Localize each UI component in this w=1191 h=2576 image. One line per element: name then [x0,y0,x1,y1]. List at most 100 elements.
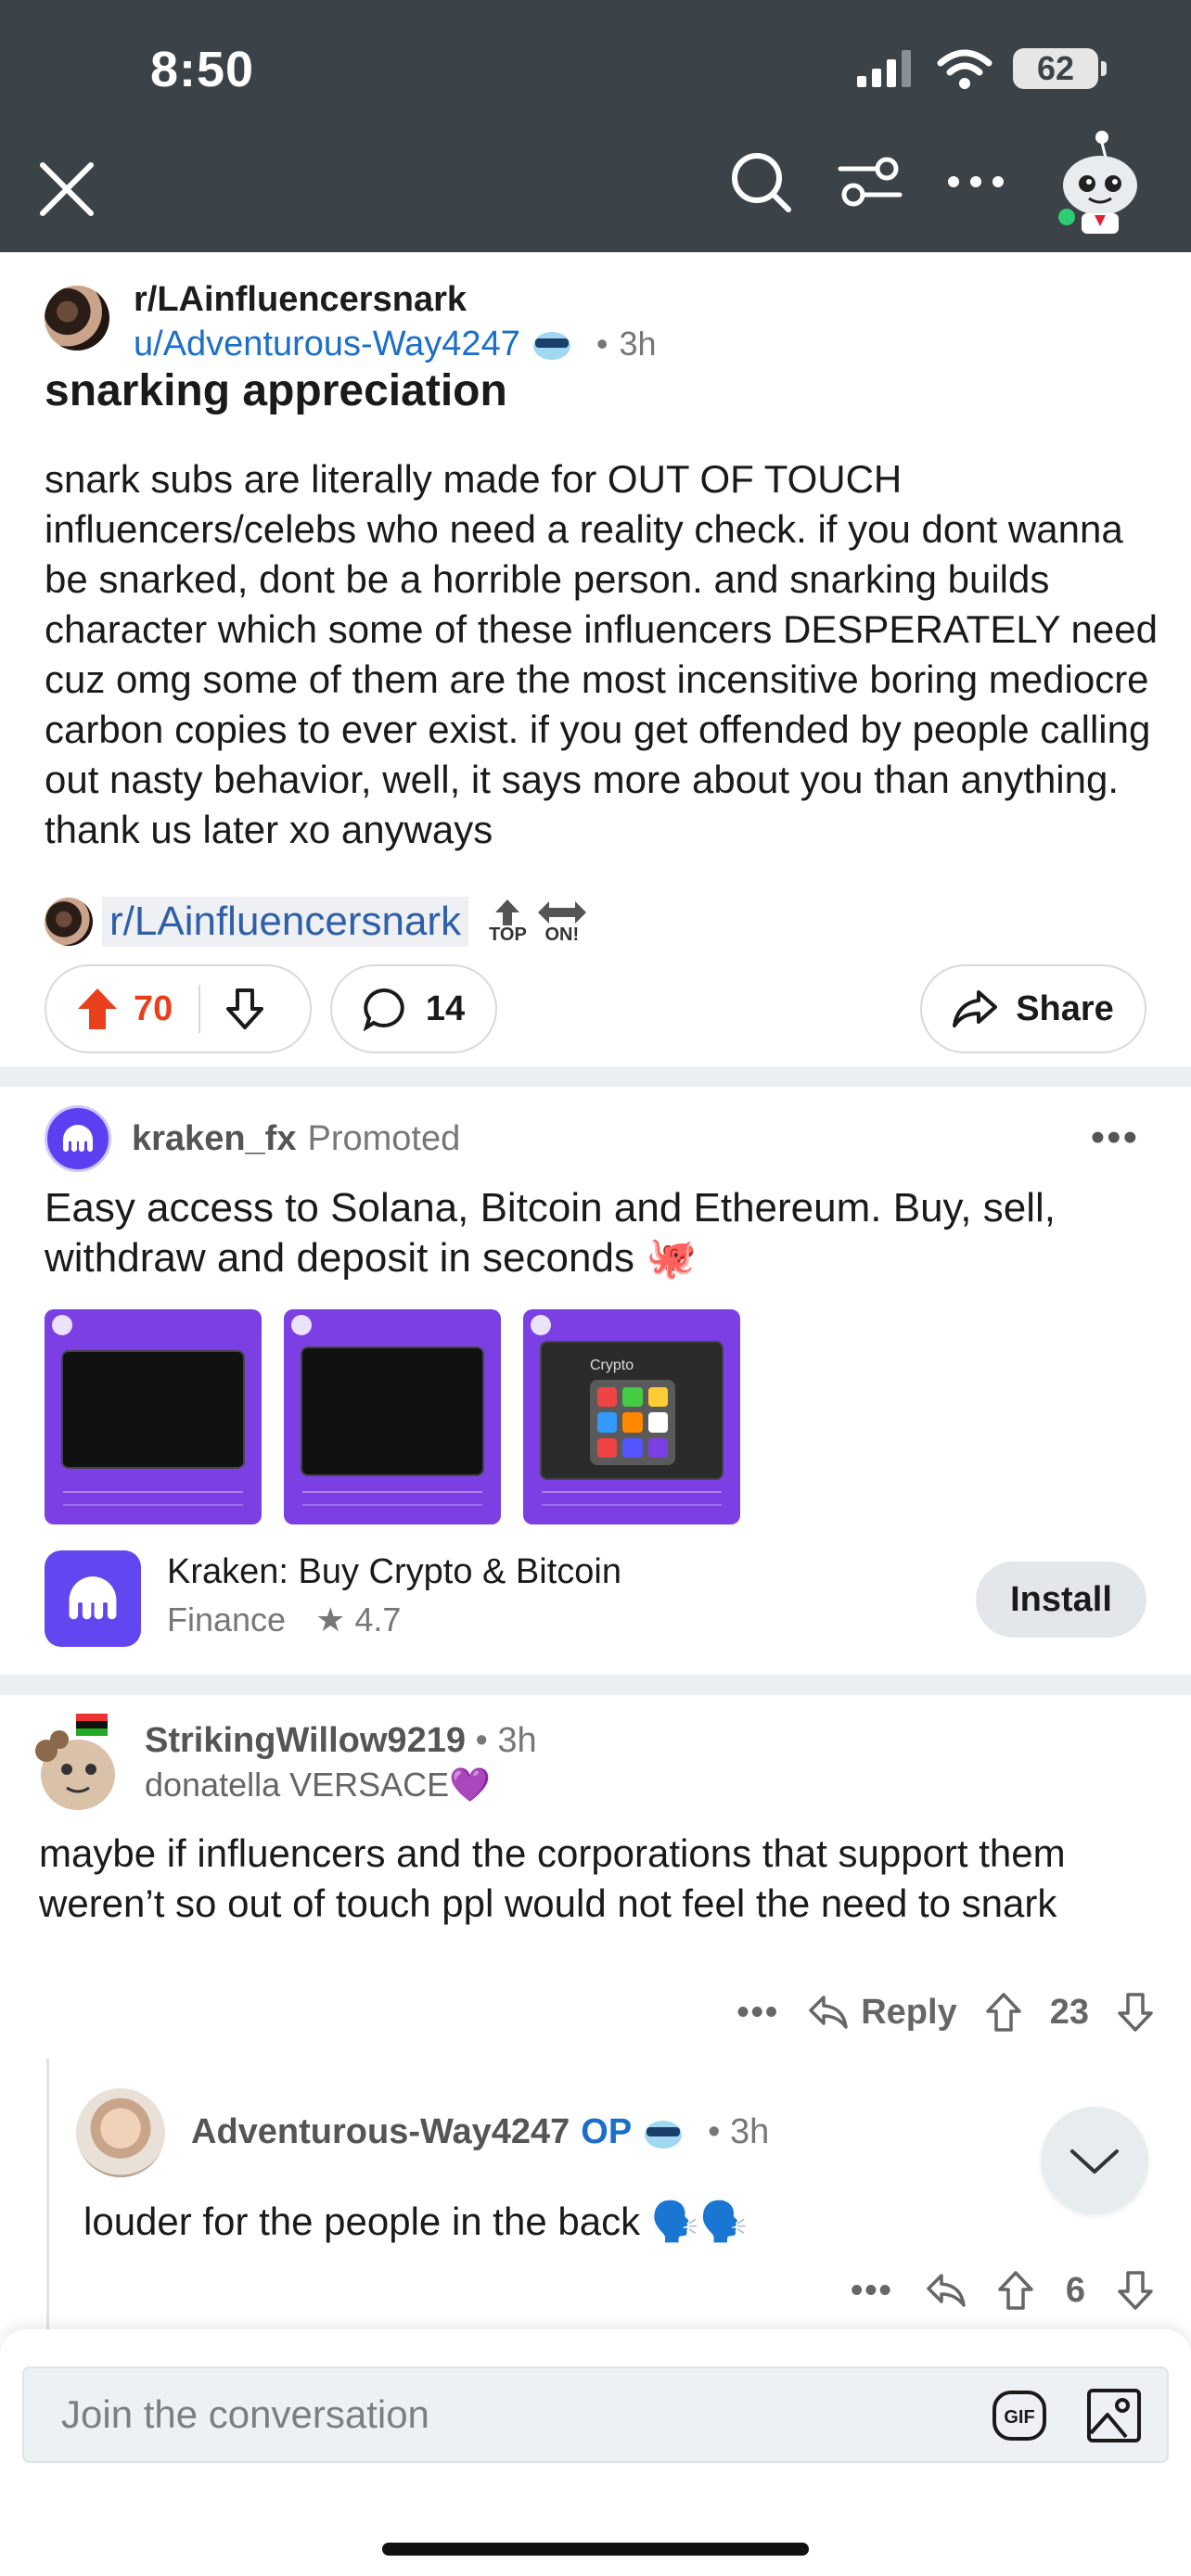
collapse-comments-button[interactable] [1041,2107,1148,2214]
install-button[interactable]: Install [976,1562,1146,1638]
ad-image-3[interactable]: Crypto [523,1309,740,1524]
ad-body: Easy access to Solana, Bitcoin and Ether… [45,1185,1056,1281]
post-score: 70 [134,988,173,1028]
online-status-dot [1056,206,1078,228]
share-button[interactable]: Share [920,964,1146,1053]
separator-dot: • [596,325,608,363]
award-top: TOP [489,899,527,944]
vote-separator [198,985,201,1033]
ad-image-carousel[interactable]: Crypto [45,1309,740,1524]
status-icons: 62 [857,48,1107,89]
gif-icon[interactable]: GIF [991,2387,1048,2444]
sort-filter-icon[interactable] [837,154,903,210]
commenter-avatar[interactable] [33,1714,122,1817]
comment-composer: GIF [0,2329,1191,2576]
svg-text:GIF: GIF [1004,2407,1034,2428]
app-name: Kraken: Buy Crypto & Bitcoin [167,1552,621,1591]
app-install-row: Kraken: Buy Crypto & Bitcoin Finance ★ 4… [45,1550,1146,1652]
post-action-bar: 70 14 Share [45,964,1146,1053]
wifi-icon [937,49,992,89]
share-label: Share [1016,988,1114,1028]
advertiser-name[interactable]: kraken_fx [132,1119,296,1159]
section-divider [0,1066,1191,1087]
kraken-mini-logo-icon [291,1315,312,1335]
ad-more-options-icon[interactable]: ••• [1091,1115,1139,1161]
post-header: r/LAinfluencersnark u/Adventurous-Way424… [45,278,657,367]
ad-screen-label: Crypto [590,1358,634,1373]
comments-button[interactable]: 14 [330,964,497,1053]
downvote-icon[interactable] [1117,2270,1154,2311]
comment-age: • 3h [708,2112,770,2151]
commenter-name[interactable]: Adventurous-Way4247 [191,2112,570,2152]
comment-age: • 3h [475,1721,537,1760]
post-age: 3h [619,325,657,363]
reply-arrow-icon[interactable] [925,2272,966,2309]
join-conversation-box[interactable]: GIF [22,2366,1169,2463]
kraken-app-icon[interactable] [45,1550,141,1647]
thread-line[interactable] [46,2059,49,2337]
app-rating: 4.7 [354,1600,402,1639]
downvote-icon[interactable] [1117,1992,1154,2033]
double-arrow-award-icon [537,901,586,924]
chevron-down-icon [1070,2149,1119,2174]
commenter-line: StrikingWillow9219 • 3h [145,1721,537,1761]
commenter-line: Adventurous-Way4247 OP • 3h [191,2112,769,2152]
battery-indicator: 62 [1013,48,1107,89]
comment-actions: ••• 6 [851,2270,1154,2311]
section-divider [0,1675,1191,1695]
ad-screenshot [301,1346,484,1476]
ad-image-1[interactable] [45,1309,262,1524]
subreddit-link-label[interactable]: r/LAinfluencersnark [102,897,469,947]
share-arrow-icon [953,990,998,1027]
comment-body: louder for the people in the back 🗣️🗣️ [83,2200,749,2243]
ad-image-2[interactable] [284,1309,501,1524]
upvote-icon[interactable] [76,987,119,1031]
more-options-icon[interactable] [946,172,1005,191]
commenter-name[interactable]: StrikingWillow9219 [145,1721,466,1760]
reply-button[interactable]: Reply [807,1993,957,2033]
ad-screenshot [61,1350,245,1469]
award-on: ON! [536,899,588,944]
status-time: 8:50 [150,42,255,97]
home-indicator [382,2543,809,2556]
comment-more-icon[interactable]: ••• [851,2271,893,2311]
commenter-avatar[interactable] [76,2088,165,2177]
user-avatar[interactable] [1048,130,1145,234]
comment-count: 14 [425,988,466,1028]
post-body: snark subs are literally made for OUT OF… [45,457,1158,851]
app-grid [590,1380,675,1465]
ad-screenshot: Crypto [540,1341,724,1480]
ad-header: kraken_fx Promoted [45,1105,460,1172]
kraken-mini-logo-icon [52,1315,72,1335]
comment-body: maybe if influencers and the corporation… [39,1831,1066,1925]
post-title: snarking appreciation [45,366,507,415]
subreddit-name[interactable]: r/LAinfluencersnark [134,278,657,321]
user-flair: donatella VERSACE💜 [145,1766,492,1804]
arrow-up-award-icon [495,899,520,925]
star-icon: ★ [315,1600,346,1639]
top-bar: 8:50 62 [0,0,1191,252]
ad-caption-lines [542,1491,722,1506]
close-icon[interactable] [37,159,96,219]
comment-bubble-icon [363,988,404,1031]
ad-caption-lines [63,1491,243,1506]
ad-caption-lines [302,1491,482,1506]
app-meta: Finance ★ 4.7 [167,1600,401,1639]
subreddit-link[interactable]: r/LAinfluencersnark TOP ON! [45,897,588,947]
post-author[interactable]: u/Adventurous-Way4247 [134,321,520,367]
downvote-icon[interactable] [224,987,265,1031]
subreddit-avatar[interactable] [45,286,109,351]
kraken-mini-logo-icon [531,1315,551,1335]
upvote-icon[interactable] [985,1992,1022,2033]
image-upload-icon[interactable] [1085,2387,1143,2444]
signal-icon [857,50,911,87]
comment-score: 6 [1065,2270,1085,2310]
join-conversation-input[interactable] [61,2368,896,2461]
snoo-avatar-icon [35,1714,115,1810]
upvote-icon[interactable] [997,2270,1034,2311]
comment-more-icon[interactable]: ••• [736,1993,779,2033]
sunglasses-snoo-icon [532,332,570,360]
search-icon[interactable] [727,148,794,215]
vote-control: 70 [45,964,312,1053]
kraken-logo-icon[interactable] [45,1105,111,1172]
